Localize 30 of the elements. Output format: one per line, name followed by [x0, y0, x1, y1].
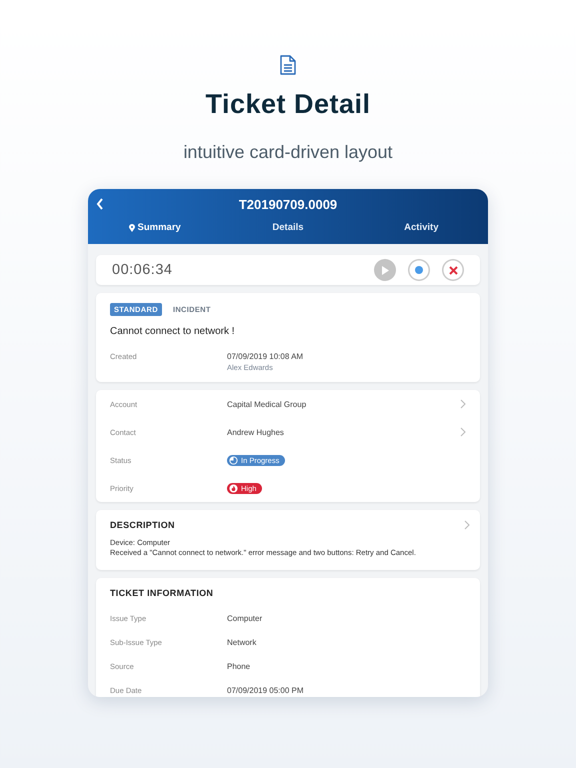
- record-icon: [415, 266, 423, 274]
- field-value: Andrew Hughes: [227, 428, 285, 436]
- field-value: Computer: [227, 614, 264, 622]
- record-button[interactable]: [408, 259, 430, 281]
- created-date: 07/09/2019 10:08 AM: [227, 352, 304, 361]
- ticket-number: T20190709.0009: [238, 196, 338, 212]
- field-value: 07/09/2019 05:00 PM: [227, 686, 305, 694]
- tab[interactable]: Details: [221, 219, 355, 236]
- chevron-icon[interactable]: [464, 520, 470, 530]
- timer: 00:06:34: [112, 262, 174, 278]
- document-icon: [280, 55, 296, 75]
- field-value: Capital Medical Group: [227, 400, 308, 408]
- play-button[interactable]: [374, 259, 396, 281]
- chevron-icon[interactable]: [460, 399, 466, 409]
- section-heading: TICKET INFORMATION: [110, 588, 214, 598]
- tab[interactable]: Summary: [88, 219, 222, 236]
- page-subtitle: intuitive card-driven layout: [183, 142, 393, 163]
- cancel-button[interactable]: [442, 259, 464, 281]
- field-value: Network: [227, 638, 258, 646]
- page-title: Ticket Detail: [205, 89, 371, 120]
- ticket-title: Cannot connect to network !: [110, 326, 236, 337]
- section-heading: DESCRIPTION: [110, 520, 176, 530]
- chevron-icon[interactable]: [460, 427, 466, 437]
- pin-icon: [128, 224, 134, 232]
- close-icon: [448, 266, 458, 274]
- flame-icon: [229, 484, 238, 492]
- play-icon: [381, 266, 389, 274]
- progress-icon: [229, 456, 238, 464]
- tab[interactable]: Activity: [354, 219, 488, 236]
- field-value: Phone: [227, 662, 252, 670]
